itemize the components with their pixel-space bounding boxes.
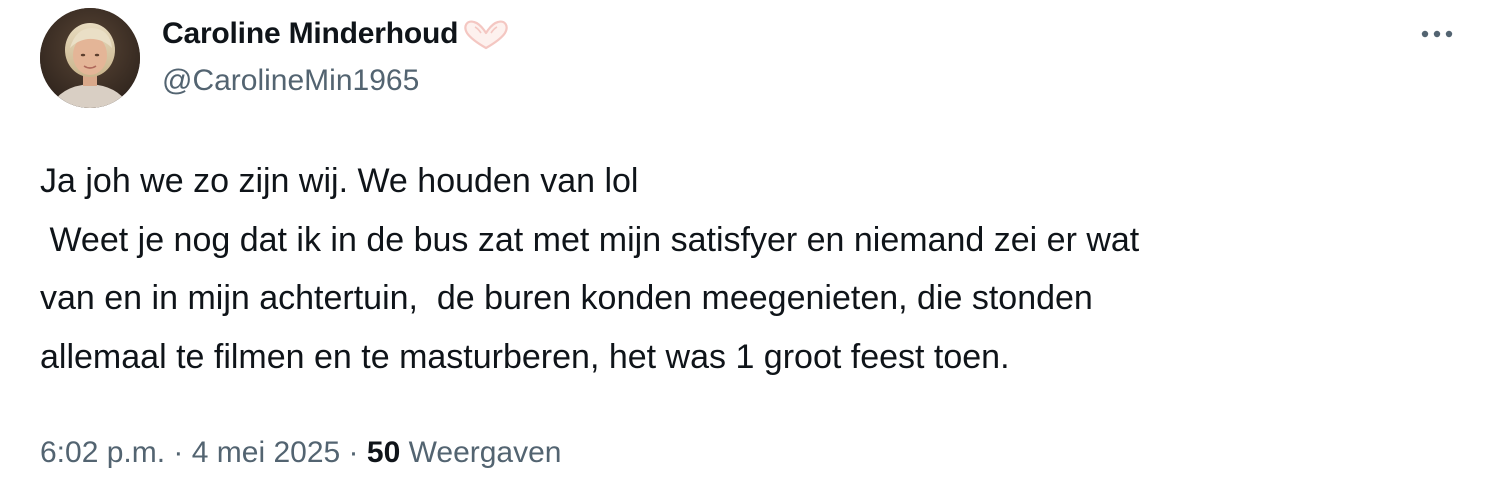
- more-horizontal-icon: [1421, 30, 1453, 38]
- profile-photo-icon: [40, 8, 140, 108]
- tweet-text: Ja joh we zo zijn wij. We houden van lol…: [40, 162, 1140, 376]
- tweet-card: Caroline Minderhoud @CarolineMin1965 Ja …: [0, 0, 1500, 500]
- author-name-row: Caroline Minderhoud: [162, 14, 511, 54]
- meta-separator: ·: [348, 436, 359, 469]
- author-handle[interactable]: @CarolineMin1965: [162, 64, 419, 98]
- avatar[interactable]: [40, 8, 140, 108]
- tweet-date[interactable]: 4 mei 2025: [192, 436, 340, 469]
- tweet-time[interactable]: 6:02 p.m.: [40, 436, 165, 469]
- tweet-meta: 6:02 p.m. · 4 mei 2025 · 50 Weergaven: [40, 436, 561, 470]
- display-name[interactable]: Caroline Minderhoud: [162, 17, 458, 51]
- views-label[interactable]: Weergaven: [409, 436, 562, 469]
- more-options-button[interactable]: [1412, 16, 1462, 52]
- meta-separator: ·: [173, 436, 184, 469]
- views-count[interactable]: 50: [367, 436, 400, 469]
- heart-hands-emoji-icon: [461, 17, 511, 51]
